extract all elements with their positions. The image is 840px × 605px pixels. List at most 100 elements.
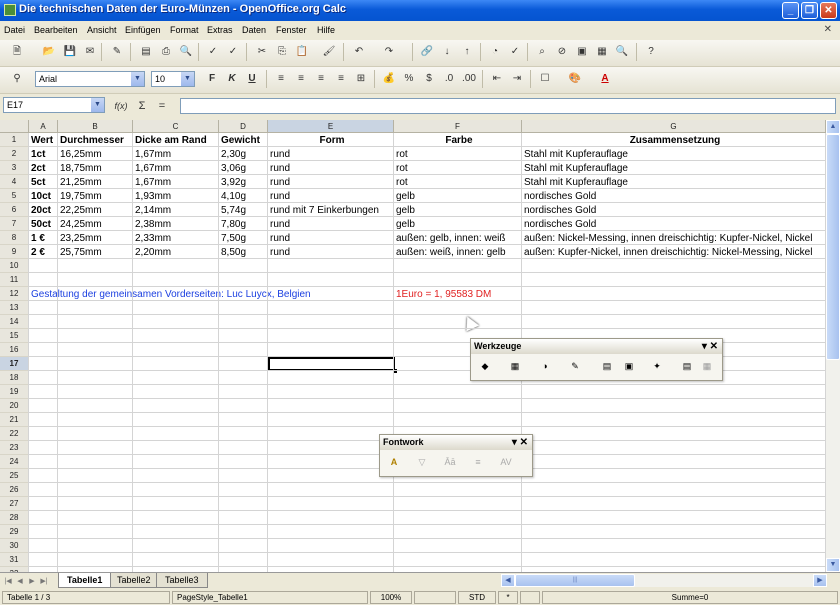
cell-c6[interactable]: 2,14mm (134, 204, 219, 218)
cell-c7[interactable]: 2,38mm (134, 218, 219, 232)
draw-functions-icon[interactable]: ✓ (506, 43, 524, 61)
gallery-icon[interactable]: ▣ (573, 43, 591, 61)
cell-b5[interactable]: 19,75mm (59, 190, 133, 204)
row-header-30[interactable]: 30 (0, 539, 29, 553)
werkzeuge-toolbar[interactable]: Werkzeuge ▾ ✕ ◆ ▦ ◑ ✎ ▤ ▣ ✦ ▤ ▦ (470, 338, 723, 381)
font-color-icon[interactable]: A (596, 70, 614, 88)
last-sheet-icon[interactable]: ▶| (39, 576, 49, 587)
row-header-20[interactable]: 20 (0, 399, 29, 413)
minimize-button[interactable]: _ (782, 2, 799, 19)
cell-b3[interactable]: 18,75mm (59, 162, 133, 176)
horizontal-scroll-thumb[interactable]: ||| (515, 574, 635, 587)
cell-b9[interactable]: 25,75mm (59, 246, 133, 260)
open-icon[interactable]: 📂 (40, 43, 58, 61)
row-header-8[interactable]: 8 (0, 231, 29, 245)
delete-decimal-icon[interactable]: .00 (460, 70, 478, 88)
font-name-select[interactable]: Arial ▼ (35, 71, 145, 87)
cell-f3[interactable]: rot (395, 162, 522, 176)
italic-icon[interactable]: K (223, 70, 241, 88)
menu-einfuegen[interactable]: Einfügen (125, 25, 161, 35)
cell-f4[interactable]: rot (395, 176, 522, 190)
cell-e4[interactable]: rund (269, 176, 394, 190)
cell-c2[interactable]: 1,67mm (134, 148, 219, 162)
cell-g7[interactable]: nordisches Gold (523, 218, 826, 232)
cell-c9[interactable]: 2,20mm (134, 246, 219, 260)
cell-d7[interactable]: 7,80g (220, 218, 268, 232)
cell-c3[interactable]: 1,67mm (134, 162, 219, 176)
cut-icon[interactable]: ✂ (253, 43, 271, 61)
align-center-icon[interactable]: ≡ (292, 70, 310, 88)
insert-form-icon[interactable]: ✎ (567, 358, 583, 374)
menu-hilfe[interactable]: Hilfe (317, 25, 335, 35)
show-draw-functions-icon[interactable]: ▤ (599, 358, 615, 374)
cell-e6[interactable]: rund mit 7 Einkerbungen (269, 204, 394, 218)
vertical-scrollbar[interactable]: ▲ ▼ (826, 120, 840, 572)
formula-input[interactable] (180, 98, 836, 114)
grid-view-icon[interactable]: ▦ (699, 358, 715, 374)
tab-tabelle2[interactable]: Tabelle2 (108, 573, 160, 588)
underline-icon[interactable]: U (243, 70, 261, 88)
row-header-15[interactable]: 15 (0, 329, 29, 343)
status-zoom[interactable]: 100% (370, 591, 412, 604)
cell-d6[interactable]: 5,74g (220, 204, 268, 218)
cell-d9[interactable]: 8,50g (220, 246, 268, 260)
insert-note-icon[interactable]: ✦ (649, 358, 665, 374)
chevron-down-icon[interactable]: ▼ (181, 72, 194, 86)
decrease-indent-icon[interactable]: ⇤ (488, 70, 506, 88)
cell-a6[interactable]: 20ct (30, 204, 58, 218)
sheet-view-icon[interactable]: ▤ (679, 358, 695, 374)
row-header-16[interactable]: 16 (0, 343, 29, 357)
cell-a3[interactable]: 2ct (30, 162, 58, 176)
add-decimal-icon[interactable]: .0 (440, 70, 458, 88)
cell-d8[interactable]: 7,50g (220, 232, 268, 246)
row-header-17[interactable]: 17 (0, 357, 29, 371)
cell-b7[interactable]: 24,25mm (59, 218, 133, 232)
column-header-g[interactable]: G (522, 120, 826, 133)
page-preview-icon[interactable]: 🔍 (177, 43, 195, 61)
row-header-23[interactable]: 23 (0, 441, 29, 455)
cell-a4[interactable]: 5ct (30, 176, 58, 190)
cell-e5[interactable]: rund (269, 190, 394, 204)
cell-g8[interactable]: außen: Nickel-Messing, innen dreischicht… (523, 232, 826, 246)
insert-object-icon[interactable]: ◑ (537, 358, 553, 374)
save-icon[interactable]: 💾 (61, 43, 79, 61)
close-button[interactable]: ✕ (820, 2, 837, 19)
cell-f2[interactable]: rot (395, 148, 522, 162)
name-box[interactable]: E17 ▼ (3, 97, 105, 113)
cell-c5[interactable]: 1,93mm (134, 190, 219, 204)
background-color-icon[interactable]: 🎨 (566, 70, 584, 88)
hyperlink-icon[interactable]: 🔗 (418, 43, 436, 61)
autospellcheck-icon[interactable]: ✓ (224, 43, 242, 61)
fontwork-gallery-icon[interactable]: A (386, 454, 402, 470)
cell-b4[interactable]: 21,25mm (59, 176, 133, 190)
row-header-7[interactable]: 7 (0, 217, 29, 231)
first-sheet-icon[interactable]: |◀ (3, 576, 13, 587)
menu-bearbeiten[interactable]: Bearbeiten (34, 25, 78, 35)
cell-e3[interactable]: rund (269, 162, 394, 176)
column-header-e[interactable]: E (268, 120, 394, 133)
column-header-a[interactable]: A (29, 120, 58, 133)
navigator-icon[interactable]: ⊘ (553, 43, 571, 61)
cell-e7[interactable]: rund (269, 218, 394, 232)
scroll-left-icon[interactable]: ◀ (501, 574, 515, 587)
cell-d3[interactable]: 3,06g (220, 162, 268, 176)
cell-b6[interactable]: 22,25mm (59, 204, 133, 218)
sort-ascending-icon[interactable]: ↓ (438, 43, 456, 61)
standard-number-icon[interactable]: $ (420, 70, 438, 88)
cell-d2[interactable]: 2,30g (220, 148, 268, 162)
sum-button[interactable]: Σ (133, 97, 151, 115)
row-header-9[interactable]: 9 (0, 245, 29, 259)
percent-icon[interactable]: % (400, 70, 418, 88)
row-header-29[interactable]: 29 (0, 525, 29, 539)
row-header-25[interactable]: 25 (0, 469, 29, 483)
row-header-14[interactable]: 14 (0, 315, 29, 329)
function-button[interactable]: = (153, 97, 171, 115)
cell-f9[interactable]: außen: weiß, innen: gelb (395, 246, 522, 260)
insert-shapes-icon[interactable]: ◆ (477, 358, 493, 374)
row-header-18[interactable]: 18 (0, 371, 29, 385)
fontwork-title[interactable]: Fontwork ▾ ✕ (380, 435, 532, 450)
cell-g4[interactable]: Stahl mit Kupferauflage (523, 176, 826, 190)
status-page-style[interactable]: PageStyle_Tabelle1 (172, 591, 368, 604)
row-header-31[interactable]: 31 (0, 553, 29, 567)
cell-b8[interactable]: 23,25mm (59, 232, 133, 246)
